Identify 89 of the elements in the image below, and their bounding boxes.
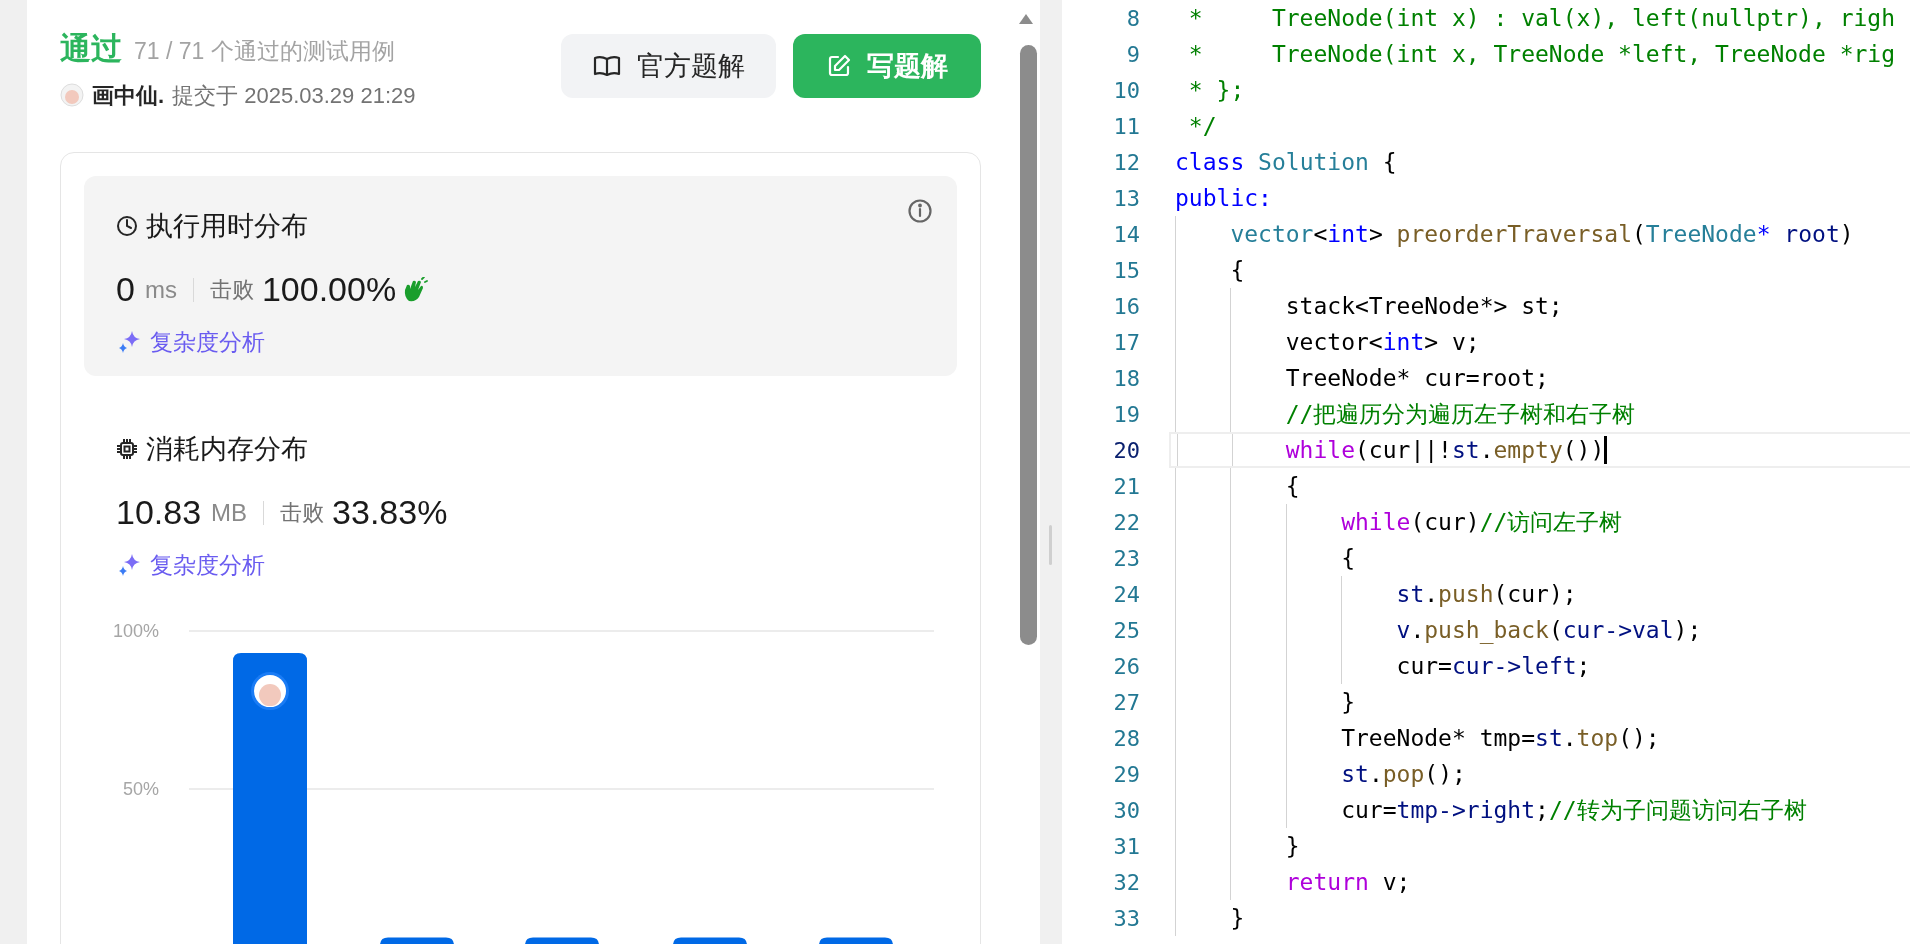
avatar-icon [251,671,289,710]
complexity-analysis-link[interactable]: 复杂度分析 [150,548,265,583]
bar[interactable] [819,937,893,944]
code-line: vector<int> v; [1284,328,1480,357]
metric-title: 消耗内存分布 [146,432,308,466]
code-line: { [1284,472,1300,501]
bar[interactable] [380,937,454,944]
code-line: while(cur||!st.empty()) [1284,436,1605,465]
line-number: 8 [1125,4,1140,33]
beats-value: 100.00% [261,269,397,310]
code-line: cur=tmp->right;//转为子问题访问右子树 [1340,796,1807,825]
status-text: 通过 [60,30,122,68]
beats-value: 33.83% [332,492,448,533]
resize-handle[interactable] [1049,525,1052,565]
line-number: 29 [1112,760,1140,789]
submitted-time: 提交于 2025.03.29 21:29 [172,81,416,110]
text-cursor [1604,436,1608,464]
code-line: * TreeNode(int x, TreeNode *left, TreeNode *rig [1187,40,1896,69]
metric-value: 10.83 [116,492,202,533]
line-number: 28 [1112,724,1140,753]
code-line: class Solution { [1175,148,1397,177]
code-line: return v; [1284,868,1411,897]
bar[interactable] [673,937,747,944]
line-number: 24 [1112,580,1140,609]
code-line: public: [1175,184,1272,213]
avatar-icon [60,83,84,107]
line-number: 19 [1112,400,1140,429]
beats-label: 击败 [280,499,325,527]
code-line: */ [1187,112,1217,141]
line-number: 23 [1112,544,1140,573]
code-line: vector<int> preorderTraversal(TreeNode* root) [1229,220,1854,249]
line-number: 10 [1112,76,1140,105]
line-number: 18 [1112,364,1140,393]
code-line: } [1229,904,1245,933]
line-number: 14 [1112,220,1140,249]
solution-button[interactable]: 官方题解 [561,34,776,98]
beats-label: 击败 [209,276,254,304]
code-line: cur=cur->left; [1395,652,1591,681]
edit-icon [826,54,851,78]
line-number: 20 [1112,436,1140,465]
code-line: TreeNode* tmp=st.top(); [1340,724,1660,753]
line-number: 25 [1112,616,1140,645]
line-number: 32 [1112,868,1140,897]
scrollbar-thumb[interactable] [1020,45,1037,645]
code-line: stack<TreeNode*> st; [1284,292,1563,321]
metric-unit: ms [144,274,177,305]
line-number: 16 [1112,292,1140,321]
code-line: st.push(cur); [1395,580,1577,609]
code-line: TreeNode* cur=root; [1284,364,1549,393]
line-number: 13 [1112,184,1140,213]
code-line: } [1284,832,1300,861]
bar[interactable] [525,937,599,944]
code-line: * }; [1187,76,1245,105]
axis-label: 50% [122,778,159,799]
test-cases-text: 71 / 71 个通过的测试用例 [134,37,395,66]
chip-icon [116,437,138,460]
clapping-hands-icon [402,276,429,303]
line-number: 27 [1112,688,1140,717]
code-line: { [1229,256,1245,285]
code-line: } [1340,688,1355,717]
book-icon [592,54,621,78]
metric-value: 0 [116,269,135,310]
line-number: 31 [1112,832,1140,861]
line-number: 17 [1112,328,1140,357]
code-line: //把遍历分为遍历左子树和右子树 [1284,400,1636,429]
scroll-up-icon[interactable] [1019,14,1033,24]
metric-title: 执行用时分布 [146,209,308,243]
code-line: v.push_back(cur->val); [1395,616,1702,646]
line-number: 9 [1125,40,1140,69]
metric-unit: MB [211,497,248,528]
line-number: 12 [1112,148,1140,177]
clock-icon [116,214,138,237]
line-number: 15 [1112,256,1140,285]
user-name[interactable]: 画中仙. [92,78,165,112]
line-number: 21 [1112,472,1140,501]
code-line: { [1340,544,1355,573]
line-number: 26 [1112,652,1140,681]
bar[interactable] [233,652,307,944]
line-number: 30 [1112,796,1140,825]
complexity-analysis-link[interactable]: 复杂度分析 [150,325,265,360]
line-number: 33 [1112,904,1140,933]
metric-panel[interactable]: 执行用时分布 0 ms 击败 100.00% 复杂度分析 [84,175,957,376]
line-number: 22 [1112,508,1140,537]
code-line: * TreeNode(int x) : val(x), left(nullptr), righ [1187,4,1896,33]
code-line: while(cur)//访问左子树 [1340,508,1623,537]
code-line: st.pop(); [1340,760,1466,789]
info-icon[interactable] [907,197,933,224]
axis-label: 100% [112,620,159,641]
line-number: 11 [1112,112,1140,141]
